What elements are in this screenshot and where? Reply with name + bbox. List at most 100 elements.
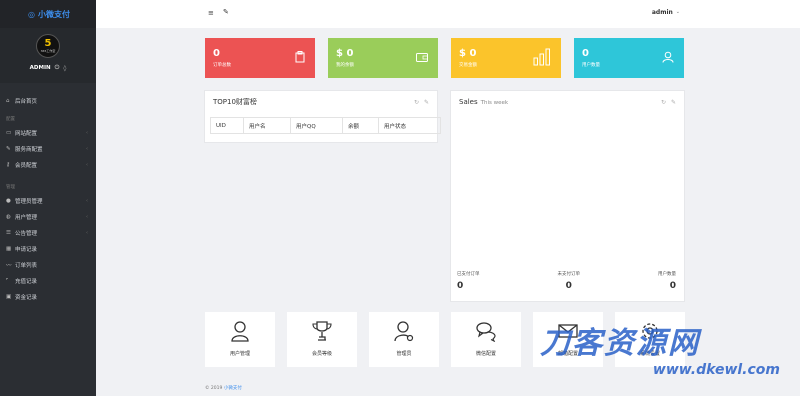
sidebar-item-admin-manage[interactable]: ● 管理员管理 ‹	[0, 193, 96, 209]
paypal-icon: ᴾ	[6, 278, 9, 284]
user-icon: ●	[6, 198, 11, 204]
sales-stat-label: 未支付订单	[557, 272, 581, 277]
sidebar-item-label: 公告管理	[15, 231, 38, 237]
user-menu[interactable]: admin ⌄	[652, 9, 680, 16]
pin-icon[interactable]: ✎	[424, 99, 429, 106]
cash-icon: ▣	[6, 294, 12, 300]
shortcut-label: 会员等级	[311, 351, 332, 357]
drop-icon[interactable]: ◊	[63, 65, 66, 72]
sidebar-item-recharge-records[interactable]: ᴾ 充值记录	[0, 273, 96, 289]
footer: © 2019 小微支付	[205, 385, 242, 391]
clipboard-icon	[295, 51, 305, 66]
chart-icon: 〰	[6, 263, 12, 269]
sales-panel: Sales This week ↻ ✎ 已支付订单 0 未支付订单 0 用户数量 …	[450, 90, 685, 302]
column-header[interactable]: 用户QQ	[290, 117, 343, 134]
shortcut-wechat-config[interactable]: 微信配置	[451, 312, 521, 367]
stat-value: 0	[213, 48, 220, 59]
shortcut-label: 管理员	[396, 351, 412, 357]
users-icon: ◍	[6, 214, 11, 220]
avatar[interactable]: 5 365工作室	[36, 34, 60, 58]
footer-link[interactable]: 小微支付	[224, 386, 242, 391]
brand-icon: ◎	[28, 9, 35, 19]
sales-stat-unpaid: 未支付订单 0	[558, 271, 581, 291]
brand-logo[interactable]: ◎ 小微支付	[0, 0, 96, 28]
refresh-icon[interactable]: ↻	[661, 99, 666, 106]
pin-icon[interactable]: ✎	[671, 99, 676, 106]
panel-title: Sales This week	[459, 98, 508, 106]
brand-name: 小微支付	[37, 9, 70, 19]
chat-icon	[476, 322, 496, 342]
shortcut-label: 微信配置	[475, 351, 496, 357]
sidebar-item-label: 会员配置	[15, 163, 38, 169]
sidebar-item-fund-records[interactable]: ▣ 资金记录	[0, 289, 96, 305]
profile-panel: 5 365工作室 ADMIN ⏻ ◊	[0, 28, 96, 83]
avatar-sub: 365工作室	[40, 49, 56, 53]
topbar	[96, 0, 800, 28]
power-icon[interactable]: ⏻	[55, 64, 60, 72]
chevron-left-icon: ‹	[86, 130, 88, 136]
sidebar-item-apply-records[interactable]: ▦ 申请记录	[0, 241, 96, 257]
sales-subtitle: This week	[480, 100, 509, 106]
panel-title: TOP10财富榜	[213, 98, 257, 106]
column-header[interactable]: 余额	[342, 117, 379, 134]
sidebar-item-home[interactable]: ⌂ 后台首页	[0, 93, 96, 109]
sidebar-item-label: 申请记录	[15, 247, 38, 253]
sidebar-item-label: 后台首页	[15, 99, 38, 105]
user-cog-icon	[394, 321, 414, 342]
sidebar-item-label: 用户管理	[15, 215, 38, 221]
footer-copyright: © 2019	[205, 386, 223, 391]
sidebar-item-site-config[interactable]: ▭ 网站配置 ‹	[0, 125, 96, 141]
sales-stat-label: 用户数量	[658, 272, 676, 277]
trophy-icon	[312, 321, 332, 341]
stat-card-trade-amount[interactable]: $ 0 交易金额	[451, 38, 561, 78]
column-header[interactable]: 用户名	[243, 117, 291, 134]
profile-username: ADMIN	[29, 65, 51, 71]
stat-card-users[interactable]: 0 用户数量	[574, 38, 684, 78]
stat-card-orders[interactable]: 0 订单总数	[205, 38, 315, 78]
monitor-icon: ▭	[6, 130, 12, 136]
shortcut-member-level[interactable]: 会员等级	[287, 312, 357, 367]
sidebar: ◎ 小微支付 5 365工作室 ADMIN ⏻ ◊ ⌂ 后台首页 配置 ▭ 网站…	[0, 0, 96, 396]
home-icon: ⌂	[6, 98, 10, 104]
sidebar-item-provider-config[interactable]: ✎ 服务商配置 ‹	[0, 141, 96, 157]
sidebar-item-order-list[interactable]: 〰 订单列表	[0, 257, 96, 273]
watermark: 刀客资源网 www.dkewl.com	[540, 318, 790, 396]
sidebar-item-user-manage[interactable]: ◍ 用户管理 ‹	[0, 209, 96, 225]
wrench-icon: ✎	[6, 146, 11, 152]
shortcut-admin[interactable]: 管理员	[369, 312, 439, 367]
sidebar-item-label: 服务商配置	[15, 147, 43, 153]
sales-stat-label: 已支付订单	[457, 272, 480, 277]
shortcut-label: 用户管理	[229, 351, 250, 357]
user-add-icon	[662, 51, 674, 66]
column-header[interactable]: UID	[210, 117, 244, 134]
chevron-left-icon: ‹	[86, 146, 88, 152]
sidebar-item-notice-manage[interactable]: ☰ 公告管理 ‹	[0, 225, 96, 241]
sidebar-item-label: 网站配置	[15, 131, 38, 137]
avatar-number: 5	[44, 38, 52, 49]
sidebar-section-config: 配置	[6, 117, 15, 122]
chevron-down-icon: ⌄	[675, 9, 680, 15]
column-header[interactable]: 用户状态	[378, 117, 441, 134]
stat-label: 订单总数	[213, 63, 231, 68]
chevron-left-icon: ‹	[86, 162, 88, 168]
top10-panel: TOP10财富榜 ↻ ✎ UID 用户名 用户QQ 余额 用户状态	[204, 90, 441, 143]
menu-toggle-icon[interactable]: ≡	[208, 9, 214, 17]
wrench-icon[interactable]: ✎	[223, 8, 229, 16]
bar-chart-icon	[533, 48, 551, 69]
sidebar-item-label: 充值记录	[15, 279, 38, 285]
sidebar-item-member-config[interactable]: ⚷ 会员配置 ‹	[0, 157, 96, 173]
chevron-left-icon: ‹	[86, 198, 88, 204]
stat-card-balance[interactable]: $ 0 我的余额	[328, 38, 438, 78]
chevron-left-icon: ‹	[86, 214, 88, 220]
watermark-url: www.dkewl.com	[652, 362, 780, 378]
sales-stat-value: 0	[457, 281, 464, 291]
sales-title: Sales	[459, 98, 478, 106]
shortcut-user-manage[interactable]: 用户管理	[205, 312, 275, 367]
sidebar-item-label: 资金记录	[15, 295, 38, 301]
user-icon	[231, 321, 249, 342]
watermark-main: 刀客资源网	[540, 326, 700, 361]
sales-stat-users: 用户数量 0	[658, 271, 676, 291]
sidebar-item-label: 管理员管理	[15, 199, 43, 205]
refresh-icon[interactable]: ↻	[414, 99, 419, 106]
top10-table: UID 用户名 用户QQ 余额 用户状态	[210, 117, 441, 134]
